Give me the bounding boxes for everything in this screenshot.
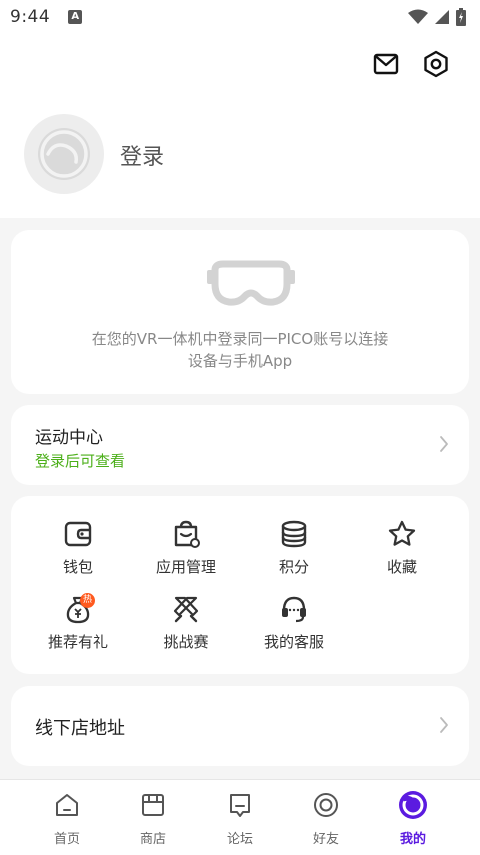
nav-item-profile[interactable]: 我的 <box>368 790 458 847</box>
grid-item-label: 收藏 <box>386 558 417 576</box>
notification-icon: A <box>68 10 83 24</box>
settings-icon[interactable] <box>422 50 450 78</box>
status-bar: 9:44 A <box>0 0 480 34</box>
grid-item-referral[interactable]: 热 推荐有礼 <box>28 593 128 652</box>
login-link[interactable]: 登录 <box>120 139 164 171</box>
grid-item-label: 推荐有礼 <box>47 633 108 651</box>
forum-icon <box>230 794 250 817</box>
grid-item-challenge[interactable]: 挑战赛 <box>136 593 236 652</box>
avatar-placeholder-icon <box>38 128 90 180</box>
vr-connect-card: 在您的VR一体机中登录同一PICO账号以连接 设备与手机App <box>11 230 469 394</box>
nav-item-friends[interactable]: 好友 <box>281 790 371 847</box>
home-icon <box>56 794 78 816</box>
offline-store-card[interactable]: 线下店地址 <box>11 686 469 766</box>
store-icon <box>142 794 164 816</box>
hot-badge: 热 <box>80 593 95 608</box>
grid-item-label: 我的客服 <box>263 633 324 651</box>
features-grid-card: 钱包 应用管理 积分 收藏 热 推荐有礼 挑战赛 我的客服 <box>11 496 469 674</box>
profile-icon <box>399 791 427 819</box>
nav-label: 首页 <box>53 832 80 847</box>
chevron-right-icon <box>440 436 448 452</box>
friends-icon <box>314 793 338 817</box>
status-indicators <box>408 8 466 26</box>
star-icon <box>388 520 416 546</box>
grid-item-label: 钱包 <box>62 558 93 576</box>
grid-item-points[interactable]: 积分 <box>244 518 344 577</box>
grid-item-wallet[interactable]: 钱包 <box>28 518 128 577</box>
header-actions <box>372 50 450 78</box>
crossed-swords-icon <box>173 596 199 623</box>
grid-item-label: 积分 <box>278 558 309 576</box>
vr-headset-icon <box>207 260 295 306</box>
nav-item-home[interactable]: 首页 <box>22 790 112 847</box>
signal-icon <box>435 10 449 24</box>
profile-header: 登录 <box>0 34 480 218</box>
sport-center-card[interactable]: 运动中心 登录后可查看 <box>11 405 469 485</box>
grid-item-customer-service[interactable]: 我的客服 <box>244 593 344 652</box>
nav-label: 好友 <box>312 832 339 847</box>
offline-store-title: 线下店地址 <box>35 718 125 739</box>
app-manage-icon <box>174 520 200 548</box>
grid-item-label: 应用管理 <box>155 558 216 576</box>
nav-label: 论坛 <box>226 832 253 847</box>
vr-connect-text: 在您的VR一体机中登录同一PICO账号以连接 设备与手机App <box>11 328 469 372</box>
nav-item-store[interactable]: 商店 <box>108 790 198 847</box>
mail-icon[interactable] <box>372 50 400 78</box>
bottom-nav: 首页 商店 论坛 好友 我的 <box>0 779 480 855</box>
grid-item-app-manage[interactable]: 应用管理 <box>136 518 236 577</box>
chevron-right-icon <box>440 717 448 733</box>
vr-connect-line2: 设备与手机App <box>187 352 293 370</box>
wallet-icon <box>64 521 92 547</box>
wifi-icon <box>408 9 428 24</box>
avatar[interactable] <box>24 114 104 194</box>
battery-icon <box>456 8 466 26</box>
grid-item-favorites[interactable]: 收藏 <box>352 518 452 577</box>
vr-connect-line1: 在您的VR一体机中登录同一PICO账号以连接 <box>91 330 389 348</box>
status-time: 9:44 <box>10 7 51 27</box>
nav-label: 我的 <box>399 832 426 847</box>
sport-center-hint: 登录后可查看 <box>35 452 126 470</box>
sport-center-title: 运动中心 <box>35 428 103 448</box>
points-icon <box>281 520 307 548</box>
nav-label: 商店 <box>139 832 166 847</box>
headset-icon <box>282 596 306 623</box>
nav-item-forum[interactable]: 论坛 <box>195 790 285 847</box>
grid-item-label: 挑战赛 <box>163 633 209 651</box>
